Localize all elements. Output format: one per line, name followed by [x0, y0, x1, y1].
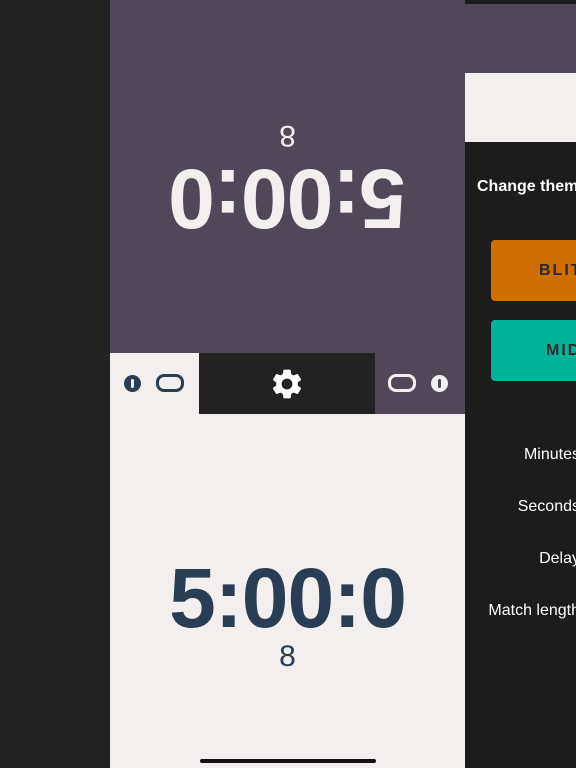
bottom-player-fraction: 8 — [279, 640, 296, 673]
seconds-label: Seconds — [517, 498, 576, 515]
top-player-indicators: #bar-r .dot::after{background:#524759;} — [375, 353, 465, 414]
home-indicator — [200, 759, 376, 763]
theme-preview-bottom — [465, 73, 576, 142]
bottom-player-indicators: #bar-l .dot::after{background:#f4efef;} — [110, 353, 199, 414]
theme-button-blitz[interactable]: BLIT — [491, 240, 576, 301]
minutes-label: Minutes — [523, 446, 576, 463]
ring-icon — [156, 374, 184, 392]
theme-button-mid[interactable]: MID — [491, 320, 576, 381]
pip-icon: #bar-r .dot::after{background:#524759;} — [431, 375, 448, 392]
settings-button[interactable] — [199, 353, 375, 414]
match-length-label: Match length — [488, 602, 576, 619]
settings-panel: Change them BLIT MID Minutes Seconds Del… — [465, 0, 576, 768]
top-player-fraction: 8 — [279, 119, 296, 152]
pip-icon: #bar-l .dot::after{background:#f4efef;} — [124, 375, 141, 392]
change-theme-label: Change them — [477, 178, 576, 195]
theme-preview-top — [465, 4, 576, 73]
bottom-player-clock[interactable]: 5:00:0 8 — [110, 414, 465, 768]
top-player-clock[interactable]: 5:00:0 8 — [110, 0, 465, 353]
bottom-player-time: 5:00:0 — [169, 551, 407, 645]
top-player-time: 5:00:0 — [169, 152, 406, 246]
ring-icon — [388, 374, 416, 392]
left-background — [0, 0, 110, 768]
gear-icon — [272, 369, 302, 398]
delay-label: Delay — [539, 550, 576, 567]
